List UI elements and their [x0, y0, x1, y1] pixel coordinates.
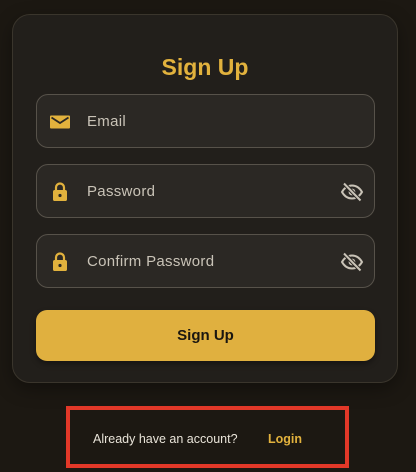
lock-icon [48, 250, 72, 274]
eye-off-icon[interactable] [340, 180, 364, 204]
lock-icon [48, 180, 72, 204]
eye-off-icon[interactable] [340, 250, 364, 274]
password-input[interactable] [87, 165, 327, 217]
confirm-password-input[interactable] [87, 235, 327, 287]
login-link[interactable]: Login [268, 431, 302, 447]
page-title: Sign Up [161, 54, 249, 80]
sign-up-button[interactable]: Sign Up [36, 310, 375, 361]
email-input[interactable] [87, 95, 327, 147]
password-field[interactable] [36, 164, 375, 218]
login-prompt-text: Already have an account? [93, 432, 238, 446]
signup-card: Sign Up Email Sign Up [12, 14, 398, 383]
mail-icon [48, 110, 72, 134]
login-prompt-highlight: Already have an account? Login [66, 406, 349, 468]
confirm-password-field[interactable] [36, 234, 375, 288]
email-field[interactable] [36, 94, 375, 148]
